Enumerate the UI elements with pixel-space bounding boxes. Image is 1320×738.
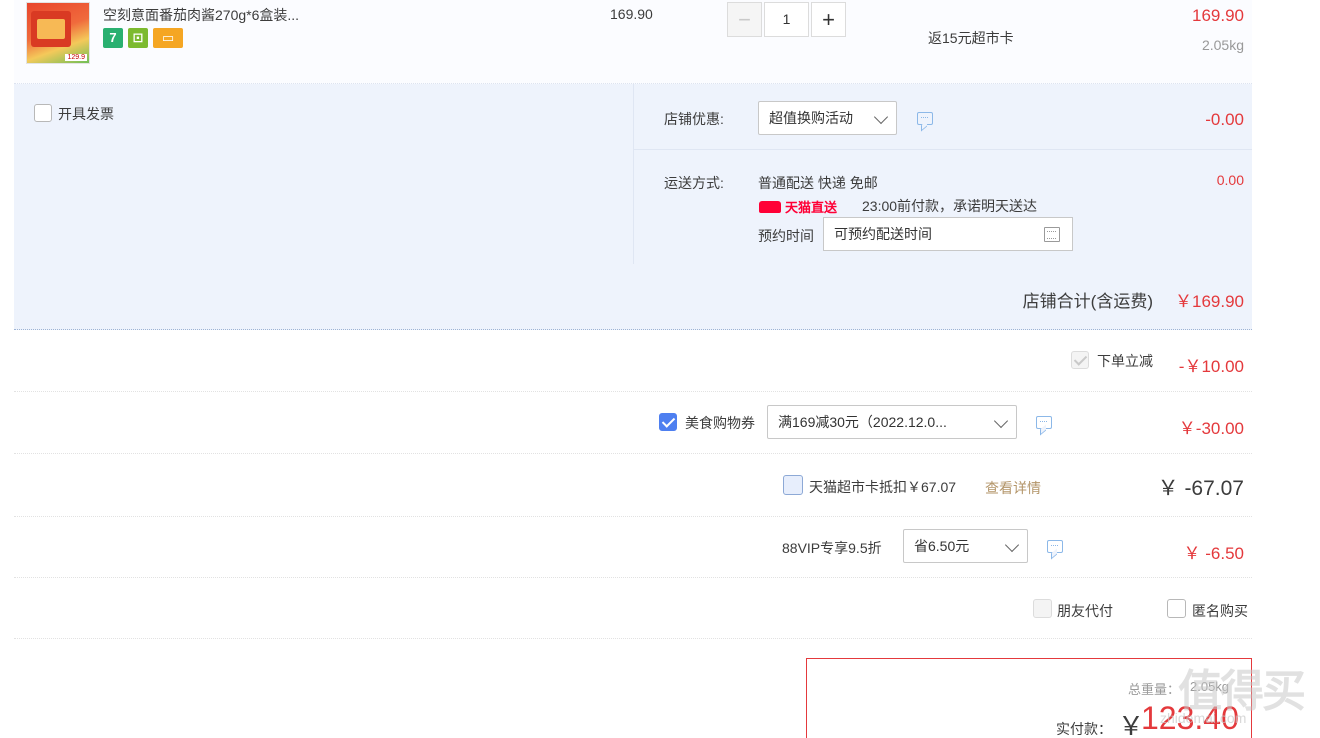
tmall-cat-icon <box>759 201 781 213</box>
shipping-amount: 0.00 <box>1216 172 1244 188</box>
supermarket-card-detail-link[interactable]: 查看详情 <box>985 478 1041 498</box>
divider <box>14 516 1252 517</box>
chevron-down-icon <box>1004 537 1020 553</box>
schedule-label: 预约时间 <box>758 228 814 244</box>
shop-total-label: 店铺合计(含运费) <box>1022 292 1153 311</box>
shop-discount-selected: 超值换购活动 <box>769 110 853 126</box>
shop-discount-amount: -0.00 <box>1205 110 1244 129</box>
food-coupon-amount: ￥-30.00 <box>1178 419 1244 438</box>
message-icon[interactable] <box>1047 540 1063 553</box>
invoice-checkbox[interactable] <box>34 104 52 122</box>
instant-discount-amount: -￥10.00 <box>1178 357 1244 376</box>
watermark-url: zhidemai.com <box>1160 710 1247 726</box>
shop-discount-label: 店铺优惠: <box>664 111 724 127</box>
shipping-method: 普通配送 快递 免邮 <box>758 175 878 191</box>
supermarket-card-amount: ￥ -67.07 <box>1157 477 1244 500</box>
supermarket-card-label: 天猫超市卡抵扣￥67.07 <box>809 479 957 495</box>
vip-discount-selected: 省6.50元 <box>914 538 970 554</box>
message-icon[interactable] <box>1036 416 1052 429</box>
item-subtotal: 169.90 <box>1192 6 1244 25</box>
vip-discount-select[interactable]: 省6.50元 <box>903 529 1028 563</box>
item-weight: 2.05kg <box>1201 37 1244 53</box>
message-icon[interactable] <box>917 112 933 125</box>
tmall-direct-logo: 天猫直送 <box>759 197 837 215</box>
rebate-text: 返15元超市卡 <box>928 30 1014 46</box>
divider <box>633 84 634 264</box>
card-icon: ▭ <box>153 28 183 48</box>
food-coupon-select[interactable]: 满169减30元（2022.12.0... <box>767 405 1017 439</box>
quantity-input[interactable]: 1 <box>764 2 809 37</box>
friend-pay-label[interactable]: 朋友代付 <box>1057 601 1113 621</box>
vip-discount-amount: ￥ -6.50 <box>1183 544 1244 563</box>
anonymous-label[interactable]: 匿名购买 <box>1192 601 1248 621</box>
shop-discount-select[interactable]: 超值换购活动 <box>758 101 897 135</box>
anonymous-checkbox[interactable] <box>1167 599 1186 618</box>
instant-discount-checkbox <box>1071 351 1089 369</box>
product-name-link[interactable]: 空刻意面番茄肉酱270g*6盒装... <box>103 5 299 25</box>
schedule-date-input[interactable]: 可预约配送时间 <box>823 217 1073 251</box>
seven-day-return-icon: 7 <box>103 28 123 48</box>
invoice-label[interactable]: 开具发票 <box>58 104 114 124</box>
chevron-down-icon <box>873 109 889 125</box>
shop-total-amount: ￥169.90 <box>1175 292 1244 311</box>
shop-bag-icon: ⊡ <box>128 28 148 48</box>
food-coupon-label: 美食购物券 <box>685 415 755 431</box>
supermarket-card-checkbox[interactable] <box>783 475 803 495</box>
divider <box>14 638 1252 639</box>
instant-discount-label: 下单立减 <box>1097 353 1153 369</box>
product-thumbnail[interactable]: 129.9 <box>26 2 90 64</box>
food-coupon-checkbox[interactable] <box>659 413 677 431</box>
calendar-icon[interactable] <box>1044 227 1060 242</box>
total-weight-label: 总重量： <box>1128 682 1181 697</box>
divider <box>14 577 1252 578</box>
divider <box>14 453 1252 454</box>
friend-pay-checkbox[interactable] <box>1033 599 1052 618</box>
food-coupon-selected: 满169减30元（2022.12.0... <box>778 414 947 430</box>
unit-price: 169.90 <box>610 6 653 22</box>
schedule-date-value: 可预约配送时间 <box>834 226 932 242</box>
vip-discount-label: 88VIP专享9.5折 <box>782 540 882 556</box>
chevron-down-icon <box>993 413 1009 429</box>
divider <box>14 391 1252 392</box>
quantity-stepper: − 1 + <box>727 2 847 37</box>
thumbnail-price: 129.9 <box>65 54 87 61</box>
quantity-minus-button[interactable]: − <box>727 2 762 37</box>
shipping-label: 运送方式: <box>664 175 724 191</box>
quantity-plus-button[interactable]: + <box>811 2 846 37</box>
divider <box>634 149 1252 150</box>
delivery-promise: 23:00前付款，承诺明天送达 <box>862 198 1038 214</box>
paid-label: 实付款： <box>1056 721 1112 737</box>
